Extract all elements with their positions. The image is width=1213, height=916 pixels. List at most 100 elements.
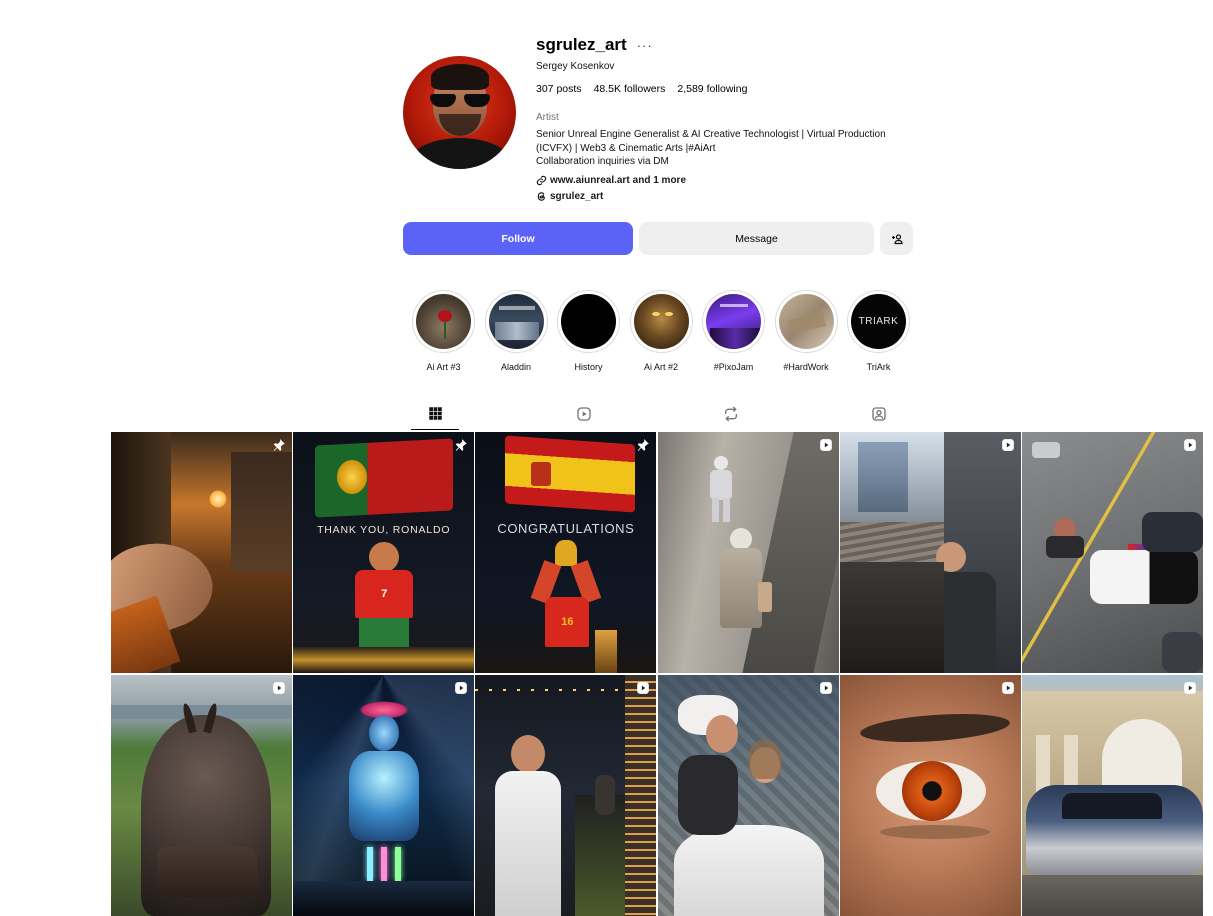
highlight-triark[interactable]: TRIARK TriArk bbox=[847, 290, 910, 372]
clock-tower bbox=[595, 630, 618, 673]
reel-icon bbox=[455, 681, 468, 694]
threads-handle[interactable]: sgrulez_art bbox=[550, 191, 603, 202]
robot-leg bbox=[722, 498, 730, 522]
portugal-flag bbox=[315, 438, 454, 518]
highlight-pixojam[interactable]: #PixoJam bbox=[702, 290, 765, 372]
highlight-ring bbox=[774, 290, 838, 353]
message-button[interactable]: Message bbox=[639, 222, 874, 255]
link-icon bbox=[536, 175, 547, 186]
posts-grid: THANK YOU, RONALDO 7 CONGRATULATIONS 16 bbox=[111, 432, 1203, 916]
username-row: sgrulez_art ··· bbox=[536, 35, 653, 55]
reel-icon bbox=[1001, 681, 1014, 694]
external-link[interactable]: www.aiunreal.art and 1 more bbox=[536, 175, 686, 186]
post-tile[interactable] bbox=[839, 432, 1021, 673]
player-head bbox=[369, 542, 400, 572]
post-tile[interactable]: THANK YOU, RONALDO 7 bbox=[293, 432, 475, 673]
post-tile[interactable] bbox=[475, 674, 657, 916]
neon-pillar bbox=[367, 846, 374, 881]
police-car bbox=[1089, 550, 1198, 604]
man-head bbox=[705, 714, 738, 753]
reel-icon bbox=[1001, 439, 1014, 451]
highlight-hardwork[interactable]: #HardWork bbox=[774, 290, 838, 372]
woman-head bbox=[729, 528, 752, 550]
follow-button[interactable]: Follow bbox=[403, 222, 633, 255]
saddle-chains bbox=[157, 846, 257, 897]
iris bbox=[901, 760, 962, 821]
sun bbox=[209, 490, 227, 508]
highlight-label: Ai Art #2 bbox=[643, 362, 679, 372]
man-jacket bbox=[677, 754, 738, 835]
robot-leg bbox=[711, 498, 719, 522]
reels-icon bbox=[577, 407, 591, 421]
post-tile[interactable] bbox=[293, 674, 475, 916]
highlight-ai-art-3[interactable]: Ai Art #3 bbox=[412, 290, 475, 372]
tab-tagged[interactable] bbox=[855, 398, 903, 430]
posts-value: 307 bbox=[536, 83, 554, 95]
highlight-cover: TRIARK bbox=[851, 294, 906, 349]
pin-icon bbox=[638, 439, 650, 451]
car-distant bbox=[1031, 442, 1060, 458]
followers-label: followers bbox=[623, 83, 666, 95]
add-person-icon bbox=[891, 233, 903, 244]
highlight-ring bbox=[484, 290, 548, 353]
post-tile[interactable] bbox=[111, 432, 292, 673]
followers-value: 48.5K bbox=[593, 83, 622, 95]
highlight-label: History bbox=[574, 362, 603, 372]
tab-reels[interactable] bbox=[560, 398, 608, 430]
post-tile[interactable] bbox=[1021, 432, 1203, 673]
woman-coat bbox=[719, 548, 762, 628]
more-options-icon[interactable]: ··· bbox=[637, 38, 653, 53]
post-tile[interactable] bbox=[657, 674, 839, 916]
suggested-users-button[interactable] bbox=[880, 222, 913, 255]
tab-posts[interactable] bbox=[411, 398, 459, 430]
highlight-ring bbox=[557, 290, 620, 353]
buildings bbox=[857, 442, 908, 512]
reel-icon bbox=[637, 681, 650, 694]
avatar-body bbox=[409, 138, 511, 169]
post-tile[interactable] bbox=[1021, 674, 1203, 916]
neon-pillar bbox=[395, 846, 402, 881]
highlight-cover bbox=[633, 294, 689, 349]
highlight-ai-art-2[interactable]: Ai Art #2 bbox=[629, 290, 693, 372]
handbag bbox=[757, 582, 772, 612]
followers-count[interactable]: 48.5K followers bbox=[594, 83, 666, 95]
profile-category: Artist bbox=[536, 112, 559, 123]
posts-count: 307 posts bbox=[536, 83, 582, 95]
bio-line: (ICVFX) | Web3 & Cinematic Arts |#AiArt bbox=[536, 142, 716, 154]
profile-avatar[interactable] bbox=[403, 56, 516, 169]
username: sgrulez_art bbox=[536, 35, 627, 54]
eye-bag bbox=[879, 824, 990, 839]
city-lights bbox=[293, 647, 475, 673]
following-label: following bbox=[706, 83, 748, 95]
threads-link[interactable]: sgrulez_art bbox=[536, 191, 603, 202]
jersey-number: 16 bbox=[561, 616, 574, 628]
story-highlights: Ai Art #3 Aladdin History Ai Art #2 #Pix… bbox=[412, 290, 910, 372]
woman-hair bbox=[747, 738, 782, 779]
crowd bbox=[293, 880, 475, 916]
highlight-history[interactable]: History bbox=[557, 290, 620, 372]
black-car bbox=[1141, 512, 1203, 552]
drone-caption: CONGRATULATIONS bbox=[497, 521, 635, 536]
highlight-aladdin[interactable]: Aladdin bbox=[484, 290, 548, 372]
goddess-body bbox=[349, 750, 420, 841]
scooter bbox=[1045, 536, 1084, 558]
link-more[interactable]: and 1 more bbox=[633, 175, 686, 186]
post-tile[interactable] bbox=[657, 432, 839, 673]
reel-icon bbox=[819, 681, 832, 694]
following-count[interactable]: 2,589 following bbox=[677, 83, 747, 95]
highlight-label: Aladdin bbox=[500, 362, 532, 372]
highlight-ring bbox=[629, 290, 693, 353]
post-tile[interactable] bbox=[839, 674, 1021, 916]
train-wall bbox=[839, 562, 944, 673]
post-tile[interactable] bbox=[111, 674, 292, 916]
highlight-cover bbox=[416, 294, 471, 349]
tab-reposts[interactable] bbox=[707, 398, 755, 430]
avatar-sunglasses bbox=[430, 94, 490, 108]
highlight-ring bbox=[702, 290, 765, 353]
highlight-cover bbox=[561, 294, 616, 349]
highlight-label: #HardWork bbox=[783, 362, 829, 372]
link-url[interactable]: www.aiunreal.art bbox=[550, 175, 630, 186]
post-tile[interactable]: CONGRATULATIONS 16 bbox=[475, 432, 657, 673]
robot-body bbox=[709, 470, 732, 500]
pin-icon bbox=[273, 439, 285, 451]
